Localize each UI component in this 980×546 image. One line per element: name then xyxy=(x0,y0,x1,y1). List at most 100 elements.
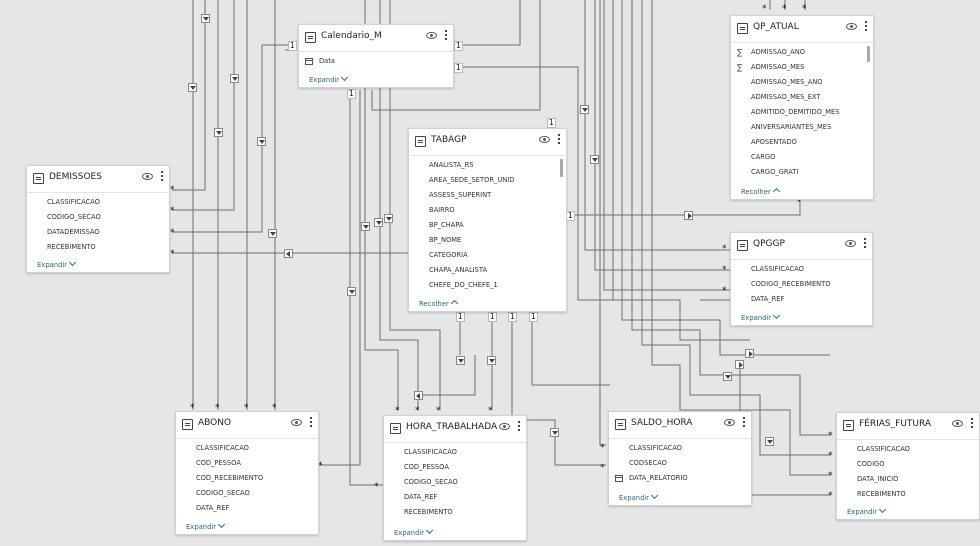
table-qp-atual[interactable]: QP_ATUAL ∑ ADMISSAO_ANO ∑ ADMISSAO_MES ADMIS… xyxy=(730,15,874,200)
table-ferias-futura[interactable]: FÉRIAS_FUTURA CLASSIFICACAO CODIGO DATA_IN… xyxy=(836,412,980,520)
field-row[interactable]: ADMISSAO_MES_EXT xyxy=(731,90,873,105)
table-header[interactable]: QP_ATUAL xyxy=(731,16,873,43)
field-row[interactable]: COD_RECEBIMENTO xyxy=(176,471,318,486)
eye-icon[interactable] xyxy=(845,240,856,247)
table-header[interactable]: DEMISSOES xyxy=(27,166,169,193)
field-row[interactable]: DATADEMISSAO xyxy=(27,225,169,240)
eye-icon[interactable] xyxy=(846,23,857,30)
table-icon xyxy=(33,173,44,184)
expand-toggle[interactable]: Expandir xyxy=(37,258,77,269)
eye-icon[interactable] xyxy=(142,173,153,180)
field-row[interactable]: CLASSIFICACAO xyxy=(176,441,318,456)
eye-icon[interactable] xyxy=(499,423,510,430)
table-abono[interactable]: ABONO CLASSIFICACAO COD_PESSOA COD_RECEBIM… xyxy=(175,411,319,535)
eye-icon[interactable] xyxy=(426,32,437,39)
field-row[interactable]: CARGO xyxy=(731,150,873,165)
field-row[interactable]: ADMISSAO_MES_ANO xyxy=(731,75,873,90)
collapse-toggle[interactable]: Recolher xyxy=(419,299,458,308)
expand-toggle[interactable]: Expandir xyxy=(394,526,434,537)
filter-arrow-icon xyxy=(580,105,589,114)
expand-toggle[interactable]: Expandir xyxy=(309,73,349,84)
field-row[interactable]: BP_NOME xyxy=(409,233,566,248)
table-header[interactable]: Calendario_M xyxy=(299,25,453,52)
table-calendario[interactable]: Calendario_M Data Expandir xyxy=(298,24,454,88)
more-options-icon[interactable] xyxy=(161,170,164,184)
chevron-down-icon xyxy=(341,73,349,82)
field-row[interactable]: CODIGO_SECAO xyxy=(176,486,318,501)
field-row[interactable]: DATA_RELATORIO xyxy=(609,471,751,486)
cardinality-many: * xyxy=(828,431,833,441)
table-header[interactable]: SALDO_HORA xyxy=(609,412,751,439)
eye-icon[interactable] xyxy=(952,420,963,427)
table-header[interactable]: QPGGP xyxy=(731,233,872,260)
field-row[interactable]: CHAPA_ANALISTA xyxy=(409,263,566,278)
field-row[interactable]: CLASSIFICACAO xyxy=(731,262,872,277)
eye-icon[interactable] xyxy=(291,419,302,426)
field-row[interactable]: CODIGO_SECAO xyxy=(384,475,526,490)
field-row[interactable]: RECEBIMENTO xyxy=(384,505,526,520)
field-row[interactable]: ∑ ADMISSAO_ANO xyxy=(731,45,873,60)
filter-arrow-icon xyxy=(214,128,223,137)
table-header[interactable]: TABAGP xyxy=(409,129,566,156)
table-header[interactable]: FÉRIAS_FUTURA xyxy=(837,413,979,440)
field-row[interactable]: DATA_INICIO xyxy=(837,472,979,487)
field-row[interactable]: RECEBIMENTO xyxy=(837,487,979,502)
more-options-icon[interactable] xyxy=(310,416,313,430)
field-row[interactable]: DATA_REF xyxy=(731,292,872,307)
field-row[interactable]: Data xyxy=(299,54,453,69)
field-row[interactable]: CLASSIFICACAO xyxy=(384,445,526,460)
field-label: CHAPA_ANALISTA xyxy=(429,266,488,274)
field-row[interactable]: BP_CHAPA xyxy=(409,218,566,233)
toggle-label: Expandir xyxy=(309,76,340,84)
field-row[interactable]: CLASSIFICACAO xyxy=(837,442,979,457)
field-row[interactable]: CLASSIFICACAO xyxy=(609,441,751,456)
expand-toggle[interactable]: Expandir xyxy=(619,491,659,502)
more-options-icon[interactable] xyxy=(558,133,561,147)
eye-icon[interactable] xyxy=(724,419,735,426)
field-row[interactable]: ANIVERSARIANTES_MES xyxy=(731,120,873,135)
field-row[interactable]: CODIGO_SECAO xyxy=(27,210,169,225)
field-row[interactable]: AREA_SEDE_SETOR_UNID xyxy=(409,173,566,188)
field-row[interactable]: CHEFE_DO_CHEFE_1 xyxy=(409,278,566,293)
more-options-icon[interactable] xyxy=(518,420,521,434)
field-row[interactable]: DATA_REF xyxy=(176,501,318,516)
table-tabagp[interactable]: TABAGP ANALISTA_RS AREA_SEDE_SETOR_UNID AS… xyxy=(408,128,567,312)
table-qpggp[interactable]: QPGGP CLASSIFICACAO CODIGO_RECEBIMENTO DAT… xyxy=(730,232,873,326)
field-row[interactable]: APOSENTADO xyxy=(731,135,873,150)
toggle-label: Expandir xyxy=(847,508,878,516)
field-row[interactable]: RECEBIMENTO xyxy=(27,240,169,255)
field-row[interactable]: ASSESS_SUPERINT xyxy=(409,188,566,203)
table-header[interactable]: HORA_TRABALHADA xyxy=(384,416,526,443)
model-canvas[interactable]: 1 1 1 1 1 1 1 1 1 1 * * * * * * * * * * … xyxy=(0,0,980,546)
field-row[interactable]: BAIRRO xyxy=(409,203,566,218)
table-hora-trabalhada[interactable]: HORA_TRABALHADA CLASSIFICACAO COD_PESSOA C… xyxy=(383,415,527,541)
expand-toggle[interactable]: Expandir xyxy=(847,505,887,516)
collapse-toggle[interactable]: Recolher xyxy=(741,187,780,196)
more-options-icon[interactable] xyxy=(971,417,974,431)
more-options-icon[interactable] xyxy=(865,20,868,34)
field-row[interactable]: DATA_REF xyxy=(384,490,526,505)
field-row[interactable]: COD_PESSOA xyxy=(384,460,526,475)
field-row[interactable]: ANALISTA_RS xyxy=(409,158,566,173)
expand-toggle[interactable]: Expandir xyxy=(741,311,781,322)
field-label: CHEFE_DO_CHEFE_1 xyxy=(429,281,498,289)
more-options-icon[interactable] xyxy=(743,416,746,430)
field-row[interactable]: COD_PESSOA xyxy=(176,456,318,471)
table-saldo-hora[interactable]: SALDO_HORA CLASSIFICACAO CODSECAO DATA_REL… xyxy=(608,411,752,506)
field-row[interactable]: CODIGO_RECEBIMENTO xyxy=(731,277,872,292)
field-row[interactable]: CODIGO xyxy=(837,457,979,472)
field-row[interactable]: ∑ ADMISSAO_MES xyxy=(731,60,873,75)
field-row[interactable]: CLASSIFICACAO xyxy=(27,195,169,210)
table-header[interactable]: ABONO xyxy=(176,412,318,439)
field-row[interactable]: CARGO_GRATI xyxy=(731,165,873,180)
field-row[interactable]: ADMITIDO_DEMITIDO_MES xyxy=(731,105,873,120)
table-demissoes[interactable]: DEMISSOES CLASSIFICACAO CODIGO_SECAO DATAD… xyxy=(26,165,170,273)
eye-icon[interactable] xyxy=(539,136,550,143)
toggle-label: Expandir xyxy=(37,261,68,269)
field-row[interactable]: CODSECAO xyxy=(609,456,751,471)
more-options-icon[interactable] xyxy=(864,237,867,251)
field-row[interactable]: CATEGORIA xyxy=(409,248,566,263)
more-options-icon[interactable] xyxy=(445,29,448,43)
filter-arrow-icon xyxy=(374,218,383,227)
expand-toggle[interactable]: Expandir xyxy=(186,520,226,531)
